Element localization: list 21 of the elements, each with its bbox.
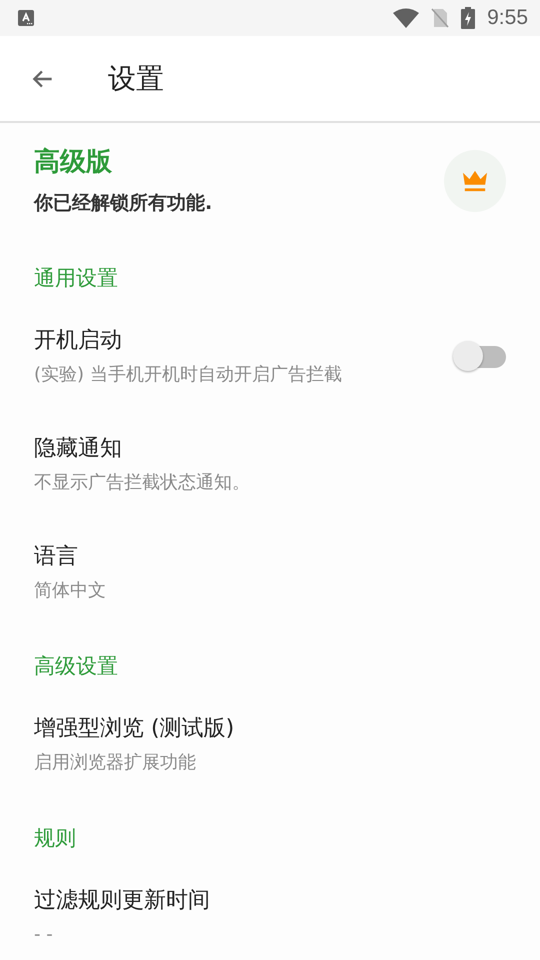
premium-subtitle: 你已经解锁所有功能. <box>34 191 214 216</box>
setting-title[interactable]: 增强型浏览 (测试版) <box>34 713 506 745</box>
section-header: 高级设置 <box>33 653 119 680</box>
keyboard-icon <box>18 10 34 26</box>
battery-charging-icon <box>461 7 476 29</box>
section-header: 通用设置 <box>33 265 119 292</box>
setting-summary: 不显示广告拦截状态通知。 <box>34 471 251 495</box>
setting-summary: (实验) 当手机开机时自动开启广告拦截 <box>34 363 343 387</box>
no-sim-icon <box>431 8 450 28</box>
wifi-icon <box>393 8 420 28</box>
setting-title[interactable]: 过滤规则更新时间 <box>34 885 506 917</box>
status-time: 9:55 <box>487 6 528 30</box>
setting-title[interactable]: 隐藏通知 <box>34 433 506 465</box>
section-header: 规则 <box>33 825 77 852</box>
setting-title[interactable]: 开机启动 <box>34 325 452 357</box>
setting-summary: - - <box>34 923 54 947</box>
premium-title: 高级版 <box>34 146 113 179</box>
screen-title: 设置 <box>108 60 164 96</box>
setting-title[interactable]: 语言 <box>34 541 506 573</box>
setting-summary: 简体中文 <box>34 579 107 603</box>
setting-summary: 启用浏览器扩展功能 <box>34 751 197 775</box>
